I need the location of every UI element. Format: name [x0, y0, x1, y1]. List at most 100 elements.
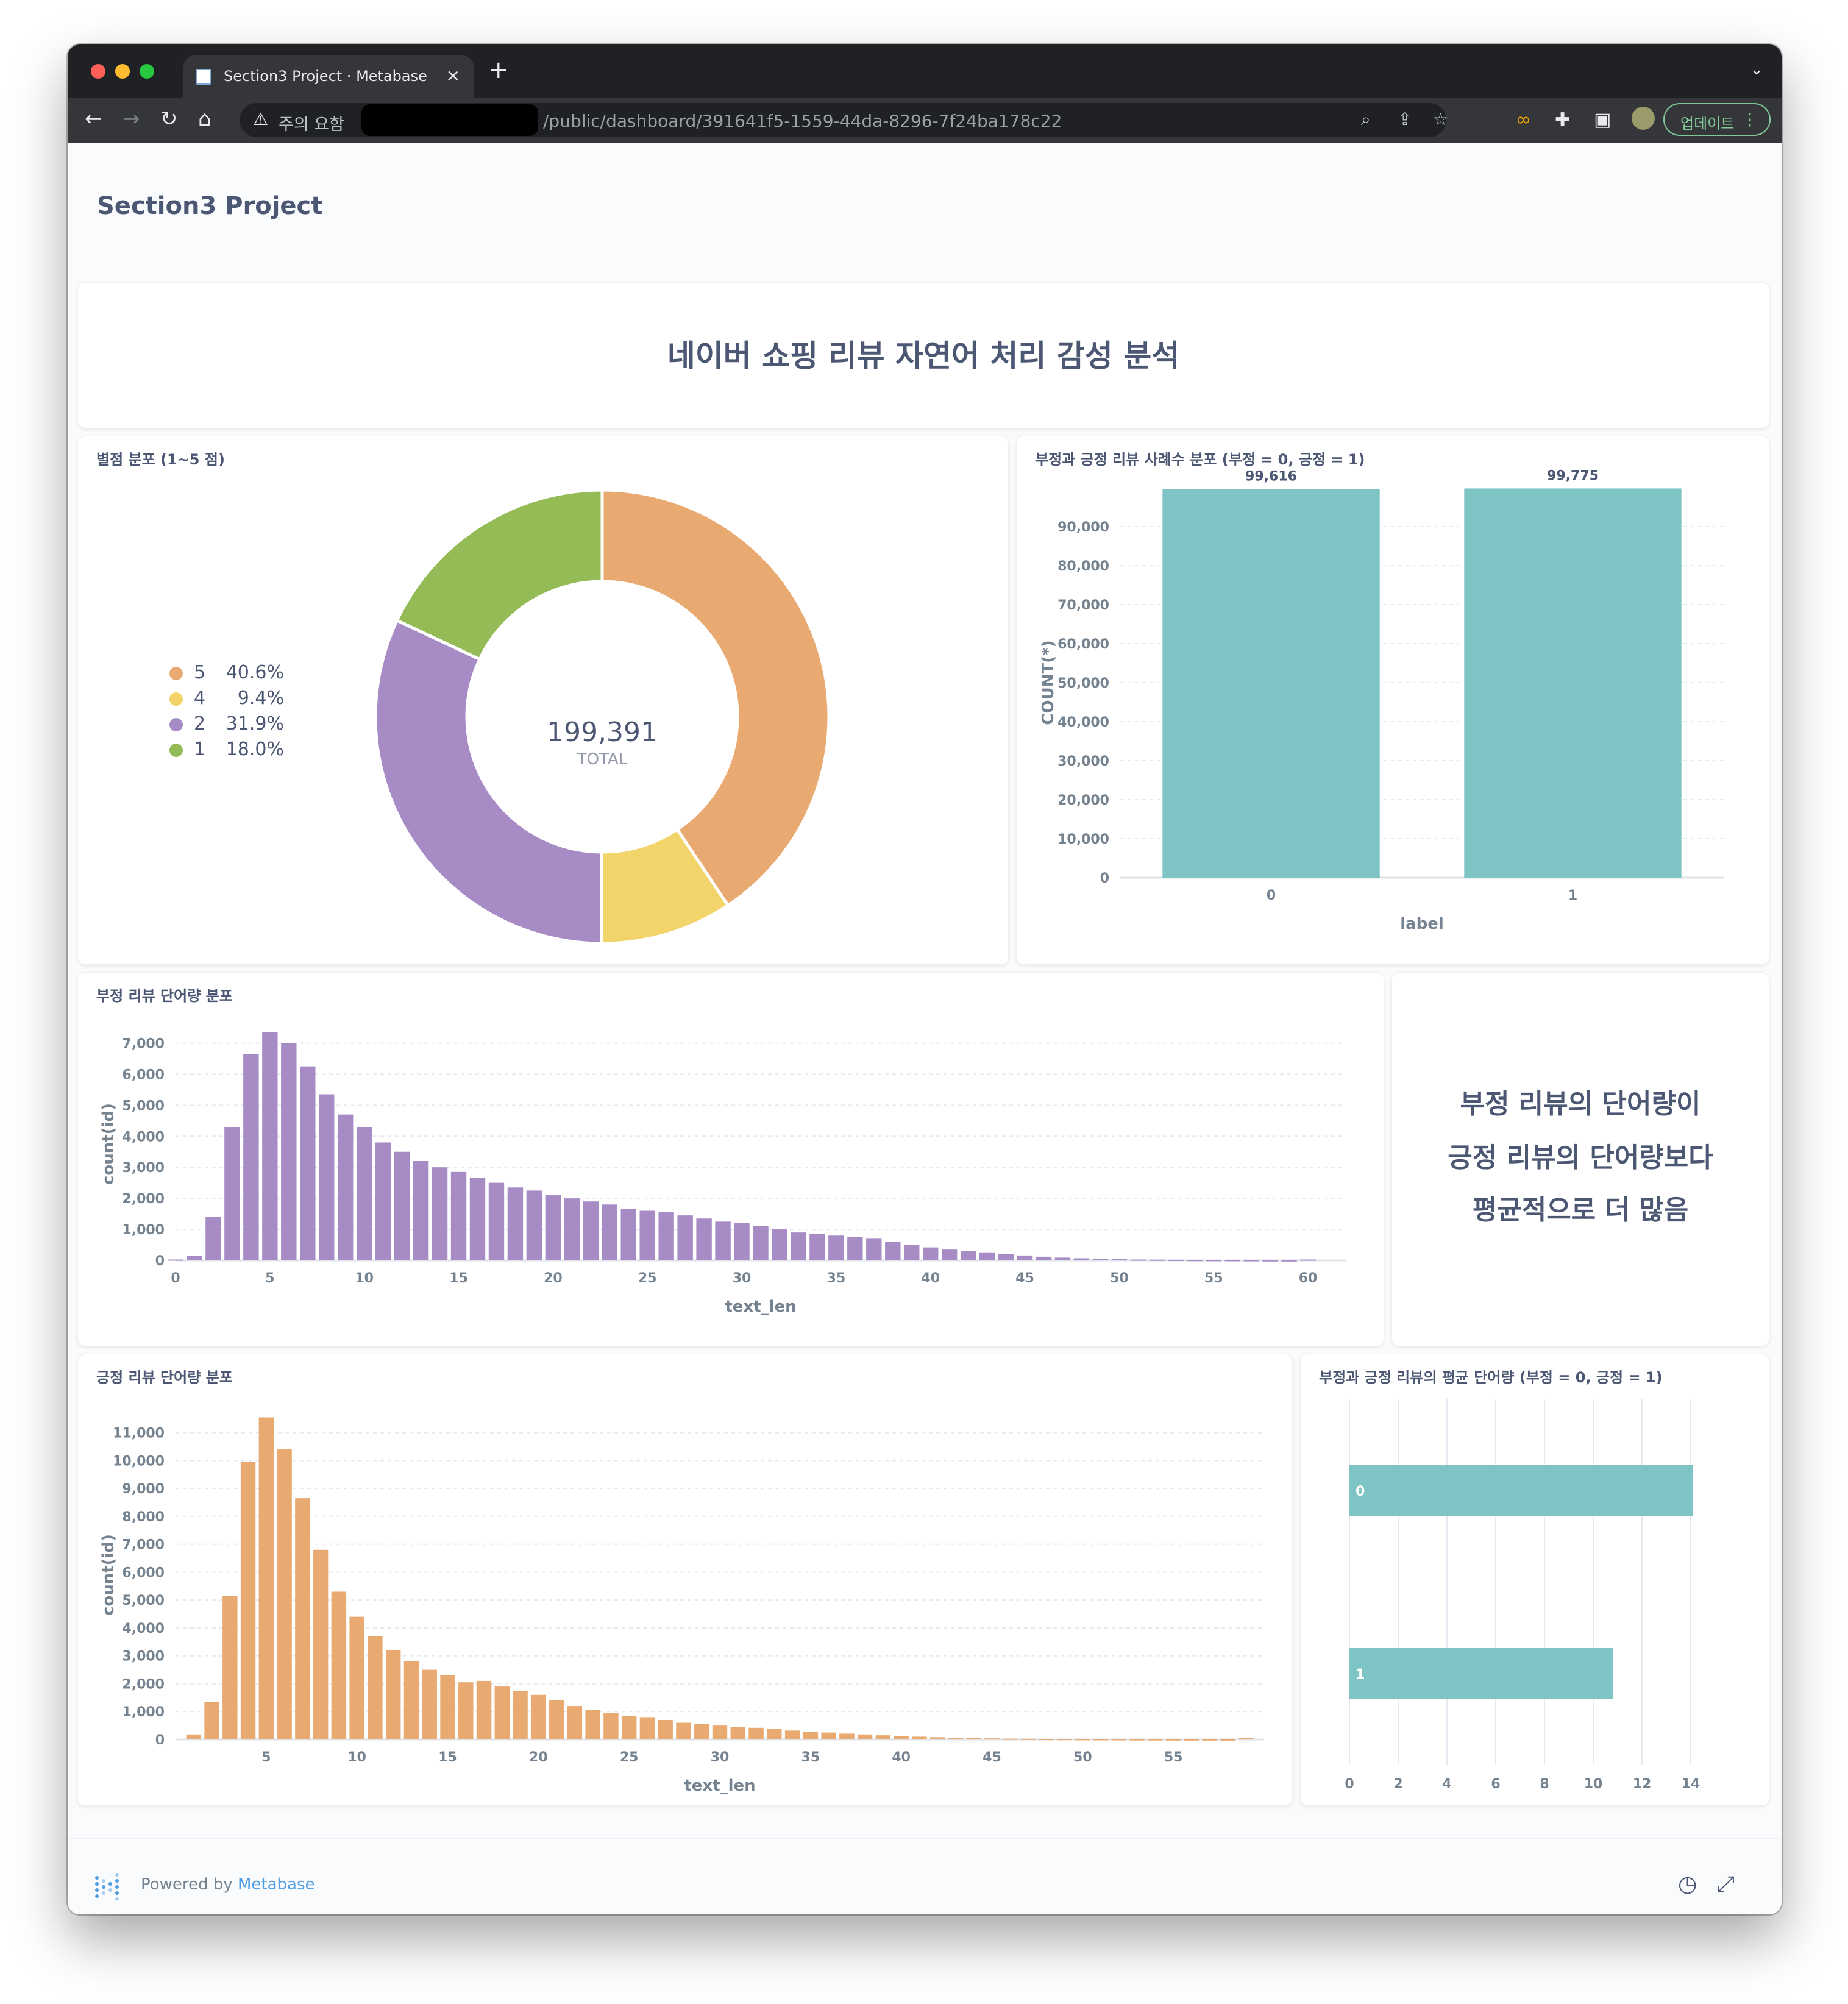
zoom-icon[interactable]: ⌕ — [1361, 109, 1371, 130]
bar — [791, 1232, 806, 1260]
donut-slice[interactable] — [374, 618, 603, 945]
zoom-window-button[interactable] — [140, 64, 154, 79]
tab-title: Section3 Project · Metabase — [224, 68, 427, 85]
bar — [748, 1727, 764, 1739]
tab-close-icon[interactable]: × — [446, 65, 460, 85]
fullscreen-icon[interactable]: ⤢ — [1717, 1872, 1735, 1897]
bar — [904, 1245, 920, 1260]
profile-avatar-icon[interactable] — [1632, 107, 1655, 130]
x-tick-label: 0 — [1267, 888, 1276, 903]
close-window-button[interactable] — [91, 64, 105, 79]
metabase-logo-icon[interactable] — [94, 1873, 121, 1900]
x-axis-label: text_len — [725, 1298, 796, 1316]
y-tick-label: 4,000 — [122, 1621, 165, 1636]
bar — [948, 1738, 964, 1739]
donut-slice[interactable] — [600, 488, 831, 908]
infinity-extension-icon[interactable]: ∞ — [1516, 109, 1531, 131]
update-button[interactable]: 업데이트 ⋮ — [1663, 103, 1771, 136]
bar — [440, 1675, 455, 1739]
sidepanel-icon[interactable]: ▣ — [1594, 109, 1611, 131]
bar — [277, 1449, 292, 1739]
bar — [734, 1223, 750, 1260]
legend-label: 2 — [194, 713, 206, 734]
y-axis-label: count(id) — [99, 1534, 118, 1616]
positive-length-chart[interactable]: 0 1,000 2,000 3,000 4,000 5,000 6,000 7,000 8,00… — [78, 1354, 1293, 1807]
bar — [476, 1680, 492, 1739]
warning-icon[interactable]: ⚠ — [253, 109, 268, 129]
negative-length-chart[interactable]: 0 1,000 2,000 3,000 4,000 5,000 6,000 7,000 0 5 10… — [78, 973, 1385, 1347]
bar — [712, 1725, 728, 1739]
bar — [331, 1591, 347, 1739]
bar — [583, 1201, 599, 1260]
reload-icon[interactable]: ↻ — [160, 107, 178, 131]
bar — [857, 1734, 873, 1739]
new-tab-button[interactable]: + — [488, 58, 509, 82]
bar — [1243, 1260, 1259, 1262]
bar — [821, 1732, 836, 1739]
bar — [356, 1126, 372, 1260]
browser-tab[interactable]: Section3 Project · Metabase × — [183, 55, 474, 98]
star-icon[interactable]: ☆ — [1433, 109, 1448, 129]
bar — [603, 1713, 619, 1739]
security-label[interactable]: 주의 요함 — [279, 111, 344, 135]
bar — [839, 1733, 855, 1739]
bar — [1148, 1739, 1163, 1741]
average-length-chart[interactable]: 0 2 4 6 8 10 12 14 0 1 — [1301, 1354, 1770, 1807]
minimize-window-button[interactable] — [115, 64, 130, 79]
bar — [828, 1235, 844, 1260]
rating-donut-chart[interactable]: 199,391 TOTAL — [358, 473, 846, 961]
bar — [585, 1710, 600, 1739]
metabase-link[interactable]: Metabase — [238, 1875, 315, 1894]
y-tick-label: 50,000 — [1057, 676, 1109, 691]
negative-length-card[interactable]: 부정 리뷰 단어량 분포 0 1,000 2,000 3,000 4,000 5,000 6… — [77, 972, 1384, 1346]
bar — [1075, 1739, 1090, 1741]
label-count-card[interactable]: 부정과 긍정 리뷰 사례수 분포 (부정 = 0, 긍정 = 1) 0 10,00… — [1016, 436, 1769, 965]
tab-search-chevron-icon[interactable]: ⌄ — [1750, 60, 1763, 79]
y-tick-label: 1,000 — [122, 1705, 165, 1720]
bar — [1073, 1258, 1090, 1260]
back-arrow-icon[interactable]: ← — [85, 107, 102, 131]
bar — [243, 1054, 259, 1260]
bar — [803, 1732, 819, 1739]
bar — [847, 1237, 863, 1260]
label-count-chart[interactable]: 0 10,000 20,000 30,000 40,000 50,000 60,000 70,… — [1017, 436, 1770, 965]
url-text[interactable]: /public/dashboard/391641f5-1559-44da-829… — [543, 111, 1062, 131]
address-bar[interactable]: ⚠ 주의 요함 /public/dashboard/391641f5-1559-… — [240, 103, 1448, 137]
positive-length-card[interactable]: 긍정 리뷰 단어량 분포 0 1,000 2,000 3,000 4,000 5,000 6… — [77, 1354, 1293, 1806]
clock-icon[interactable]: ◷ — [1678, 1872, 1697, 1897]
x-axis-label: label — [1400, 915, 1444, 933]
powered-by-text[interactable]: Powered by Metabase — [141, 1875, 315, 1894]
x-tick-label: 10 — [1584, 1777, 1603, 1792]
rating-distribution-card[interactable]: 별점 분포 (1~5 점) 5 40.6% 4 9.4% 2 31.9% 1 18.0%… — [77, 436, 1009, 965]
puzzle-extension-icon[interactable]: ✚ — [1555, 109, 1570, 131]
share-icon[interactable]: ⇪ — [1398, 109, 1412, 129]
home-icon[interactable]: ⌂ — [198, 107, 211, 131]
bar — [403, 1661, 419, 1739]
x-tick-label: 10 — [347, 1750, 366, 1765]
bar — [1003, 1738, 1018, 1740]
bar — [432, 1167, 448, 1260]
bar — [1224, 1260, 1240, 1262]
legend-percent: 18.0% — [226, 739, 284, 760]
bar — [621, 1716, 637, 1739]
legend-label: 4 — [194, 688, 206, 709]
average-length-card[interactable]: 부정과 긍정 리뷰의 평균 단어량 (부정 = 0, 긍정 = 1) 02468… — [1300, 1354, 1769, 1806]
bar — [1017, 1255, 1033, 1260]
kebab-menu-icon[interactable]: ⋮ — [1741, 109, 1758, 129]
bar — [1111, 1739, 1127, 1741]
y-tick-label: 90,000 — [1057, 520, 1109, 535]
bar — [929, 1737, 945, 1739]
bar — [875, 1735, 891, 1739]
footer: Powered by Metabase ◷ ⤢ — [68, 1838, 1782, 1914]
y-tick-label: 2,000 — [122, 1677, 165, 1692]
y-tick-label: 9,000 — [122, 1482, 165, 1497]
bar — [1184, 1739, 1199, 1741]
bar — [676, 1722, 691, 1739]
forward-arrow-icon[interactable]: → — [123, 107, 140, 131]
bar — [545, 1195, 561, 1260]
bar — [281, 1043, 297, 1260]
y-tick-label: 20,000 — [1057, 793, 1109, 808]
bar — [677, 1215, 693, 1260]
x-tick-label: 45 — [1015, 1271, 1034, 1286]
y-tick-label: 0 — [1100, 871, 1109, 886]
